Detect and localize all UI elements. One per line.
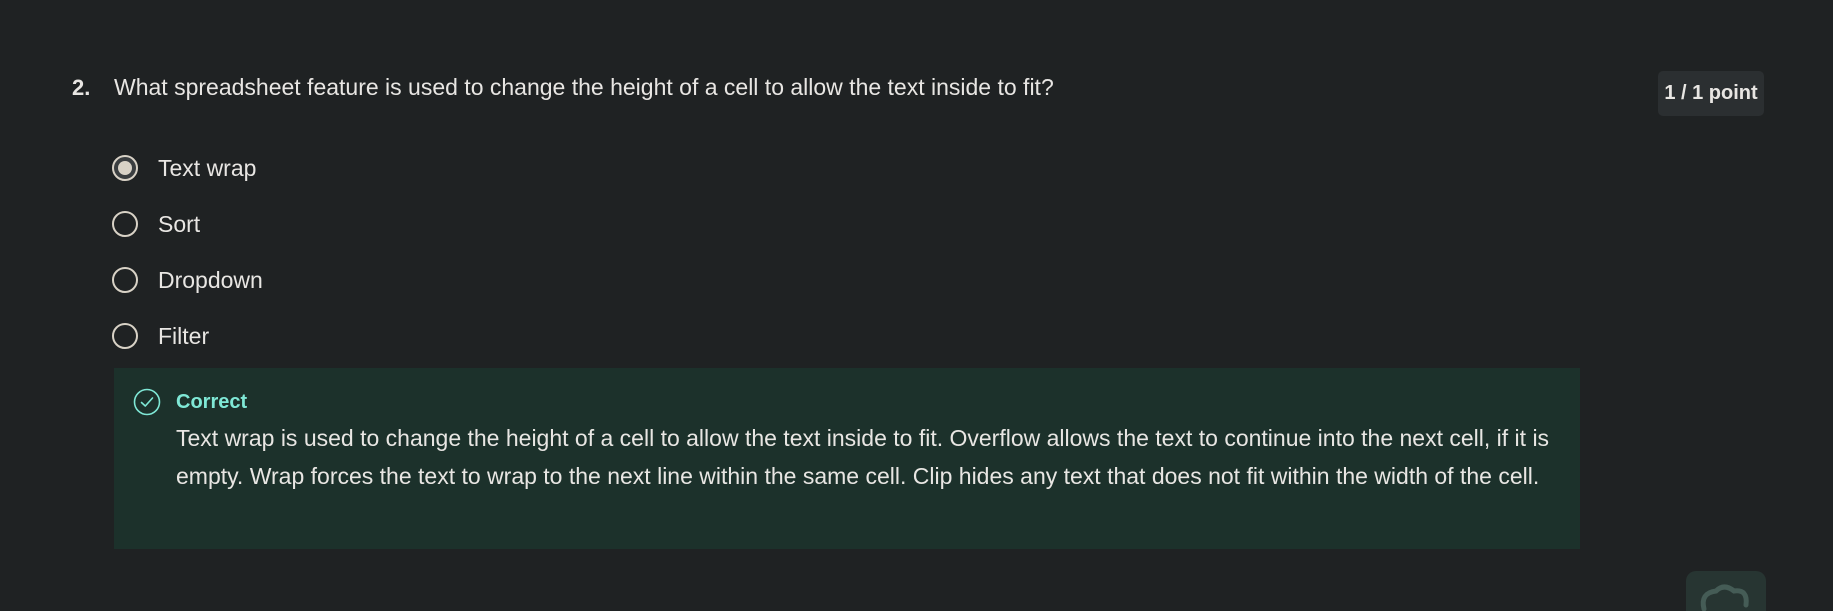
option-label: Text wrap bbox=[158, 154, 257, 181]
radio-dot bbox=[118, 161, 132, 175]
option-label: Dropdown bbox=[158, 266, 263, 293]
option-label: Sort bbox=[158, 210, 201, 237]
option-label: Filter bbox=[158, 322, 210, 349]
widget-glyph-icon bbox=[1700, 584, 1749, 611]
question-text: What spreadsheet feature is used to chan… bbox=[114, 74, 1054, 100]
radio-unselected[interactable] bbox=[112, 267, 138, 293]
question-number: 2. bbox=[72, 75, 91, 100]
radio-selected[interactable] bbox=[112, 155, 138, 181]
option-sort[interactable]: Sort bbox=[112, 196, 263, 252]
check-circle-icon bbox=[133, 388, 161, 416]
feedback-panel: Correct Text wrap is used to change the … bbox=[114, 368, 1580, 549]
option-dropdown[interactable]: Dropdown bbox=[112, 252, 263, 308]
radio-unselected[interactable] bbox=[112, 323, 138, 349]
answer-options: Text wrap Sort Dropdown Filter bbox=[112, 140, 263, 364]
floating-widget-icon[interactable] bbox=[1686, 571, 1766, 611]
option-text-wrap[interactable]: Text wrap bbox=[112, 140, 263, 196]
feedback-status: Correct bbox=[176, 391, 248, 413]
points-badge: 1 / 1 point bbox=[1658, 71, 1764, 116]
feedback-explanation: Text wrap is used to change the height o… bbox=[176, 425, 1550, 489]
option-filter[interactable]: Filter bbox=[112, 308, 263, 364]
quiz-page: 2. What spreadsheet feature is used to c… bbox=[0, 0, 1833, 611]
radio-unselected[interactable] bbox=[112, 211, 138, 237]
question-header: 2. What spreadsheet feature is used to c… bbox=[72, 74, 1054, 101]
